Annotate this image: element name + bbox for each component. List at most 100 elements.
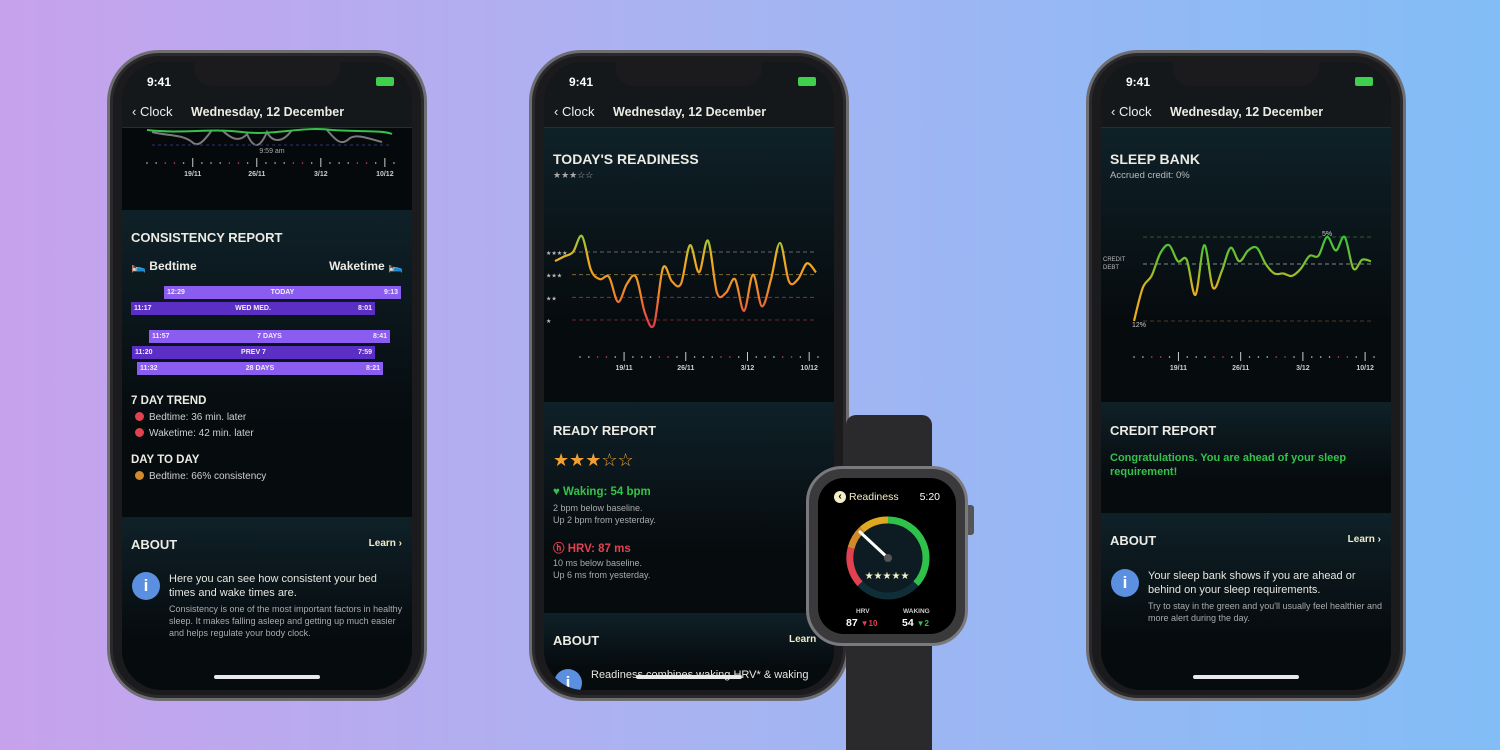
readiness-chart: ★★★★★★★★★★19/11 26/11 3/12 10/12	[546, 234, 819, 372]
date-dot	[374, 162, 377, 164]
waketime-label: Waketime 🛌	[329, 259, 403, 273]
date-dot	[356, 162, 359, 164]
bar-label: 7 DAYS	[257, 333, 282, 340]
consistency-top-chart: 9:59 am 19/11 26/11 3/12 10/12	[146, 128, 395, 178]
waking-line: 2 bpm below baseline.	[553, 503, 643, 513]
hrv-line: 10 ms below baseline.	[553, 558, 643, 568]
date-dot	[228, 162, 231, 164]
back-label: Clock	[561, 104, 595, 119]
watch-back-icon[interactable]: ‹	[834, 491, 846, 503]
report-title: READY REPORT	[553, 423, 657, 438]
notch	[616, 62, 762, 86]
date-dot	[219, 162, 221, 164]
date-dot	[588, 356, 590, 358]
date-dot	[347, 162, 350, 164]
back-button[interactable]: ‹ Clock	[1111, 104, 1151, 119]
date-dot	[1319, 356, 1322, 358]
battery-icon	[376, 77, 394, 86]
home-indicator[interactable]	[214, 675, 320, 679]
screen: 9:41 ‹ Clock Wednesday, 12 December SLEE…	[1101, 62, 1391, 690]
sleep-bank-line	[1132, 235, 1372, 322]
status-time: 9:41	[1126, 75, 1151, 89]
consistency-section: CONSISTENCY REPORT 🛌 Bedtime Waketime 🛌 …	[122, 210, 412, 517]
hrv-line: Up 6 ms from yesterday.	[553, 570, 651, 580]
consistency-bar: 11:20 PREV 7 7:59	[132, 346, 375, 359]
date-dot	[711, 356, 714, 358]
back-label: Clock	[139, 104, 173, 119]
notch	[1173, 62, 1319, 86]
date-dot	[658, 356, 661, 358]
date-dot	[1150, 356, 1153, 358]
date-ticks: 19/11 26/11 3/12 10/12	[146, 158, 395, 178]
date-tick-label: 26/11	[677, 365, 694, 372]
home-indicator[interactable]	[636, 675, 742, 679]
y-tick-label: ★★★	[546, 273, 562, 280]
hrv-label: HRV	[856, 608, 870, 615]
y-tick-label: ★★	[546, 295, 557, 302]
about-section: ABOUT Learn › i Your sleep bank shows if…	[1101, 513, 1391, 690]
sleep-bank-chart: CREDITDEBT5%12%19/11 26/11 3/12 10/12	[1103, 231, 1375, 372]
date-dot	[596, 356, 599, 358]
date-dot	[1186, 356, 1189, 358]
trend-text: Bedtime: 36 min. later	[149, 412, 247, 423]
about-title: ABOUT	[131, 537, 178, 552]
consistency-bar: 11:57 7 DAYS 8:41	[149, 330, 390, 343]
date-dot	[1373, 356, 1375, 358]
orange-dot-icon	[135, 471, 144, 480]
bar-label: PREV 7	[241, 349, 266, 356]
consistency-bar: 12:29 TODAY 9:13	[164, 286, 401, 299]
date-dot	[1204, 356, 1206, 358]
screen: 9:41 ‹ Clock Wednesday, 12 December TODA…	[544, 62, 834, 690]
min-annotation: 12%	[1132, 322, 1146, 329]
date-dot	[693, 356, 696, 358]
bar-label: 28 DAYS	[245, 365, 275, 372]
credit-label: CREDIT	[1103, 257, 1126, 263]
date-dot	[640, 356, 643, 358]
accrued-credit: Accrued credit: 0%	[1110, 170, 1190, 181]
trend-text: Waketime: 42 min. later	[149, 428, 254, 439]
credit-message: Congratulations. You are ahead of your s…	[1110, 452, 1347, 478]
chart-time-label: 9:59 am	[259, 148, 284, 155]
watch-title: Readiness	[849, 491, 899, 503]
date-dot	[1159, 356, 1162, 358]
date-dot	[605, 356, 608, 358]
date-dot	[799, 356, 802, 358]
red-dot-icon	[135, 412, 144, 421]
hrv-heading: ⓗ HRV: 87 ms	[553, 543, 631, 555]
date-dot	[1142, 356, 1144, 358]
phone-consistency: 9:41 ‹ Clock Wednesday, 12 December 9:59…	[107, 50, 427, 701]
day-title: DAY TO DAY	[131, 454, 200, 466]
date-dot	[755, 356, 758, 358]
learn-link[interactable]: Learn	[789, 634, 816, 645]
date-dot	[182, 162, 185, 164]
date-dot	[817, 356, 819, 358]
date-dot	[301, 162, 304, 164]
date-tick-label: 19/11	[184, 171, 201, 178]
learn-link[interactable]: Learn ›	[1348, 534, 1381, 545]
date-dot	[146, 162, 148, 164]
watch-stars: ★★★★★	[864, 571, 910, 582]
date-dot	[1346, 356, 1349, 358]
date-dot	[393, 162, 395, 164]
back-button[interactable]: ‹ Clock	[554, 104, 594, 119]
date-dot	[1328, 356, 1331, 358]
date-dot	[667, 356, 669, 358]
bedtime-label: 🛌 Bedtime	[131, 259, 197, 273]
back-button[interactable]: ‹ Clock	[132, 104, 172, 119]
date-dot	[614, 356, 617, 358]
nav-title: Wednesday, 12 December	[191, 105, 345, 119]
about-sub: Try to stay in the green and you'll usua…	[1148, 601, 1383, 623]
readiness-stars: ★★★☆☆	[553, 170, 594, 180]
y-tick-label: ★	[546, 318, 551, 325]
date-dot	[201, 162, 203, 164]
notch	[194, 62, 340, 86]
nav-title: Wednesday, 12 December	[1170, 105, 1324, 119]
home-indicator[interactable]	[1193, 675, 1299, 679]
date-dot	[1133, 356, 1135, 358]
date-tick-label: 10/12	[376, 171, 394, 178]
date-tick-label: 26/11	[248, 171, 265, 178]
date-tick-label: 3/12	[741, 365, 755, 372]
hrv-number: 87	[846, 617, 858, 629]
date-dot	[1337, 356, 1340, 358]
learn-link[interactable]: Learn ›	[369, 538, 402, 549]
